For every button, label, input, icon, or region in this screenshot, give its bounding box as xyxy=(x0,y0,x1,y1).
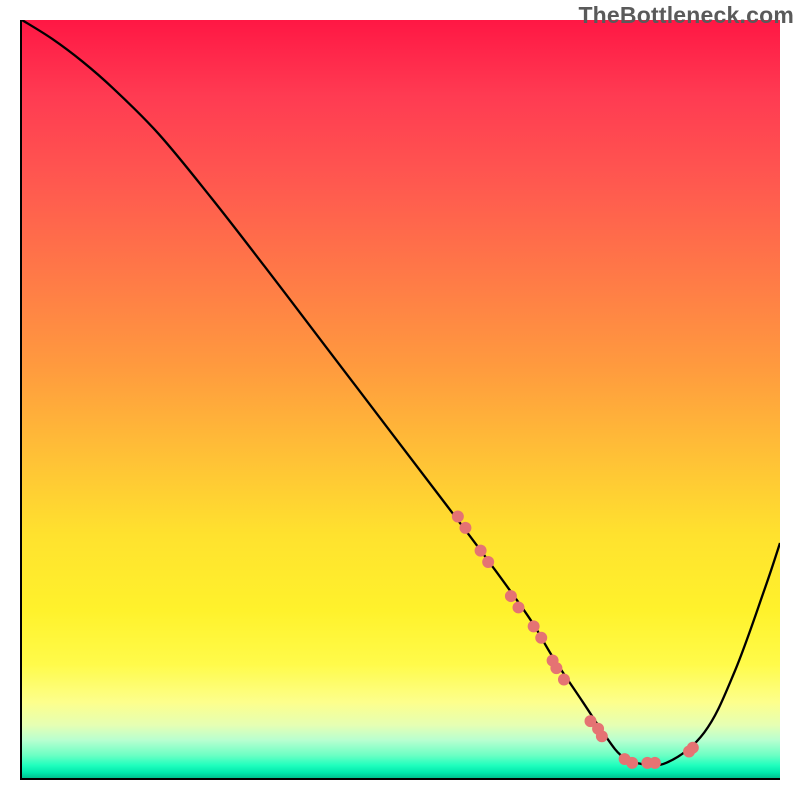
data-point xyxy=(687,742,699,754)
data-point xyxy=(475,545,487,557)
data-point xyxy=(626,757,638,769)
data-point xyxy=(459,522,471,534)
data-point xyxy=(528,620,540,632)
chart-svg xyxy=(22,20,780,778)
data-point xyxy=(482,556,494,568)
data-point xyxy=(452,511,464,523)
data-point xyxy=(596,730,608,742)
data-point xyxy=(550,662,562,674)
plot-area xyxy=(20,20,780,780)
data-point xyxy=(649,757,661,769)
watermark-text: TheBottleneck.com xyxy=(578,2,794,29)
data-point xyxy=(558,673,570,685)
curve-path xyxy=(22,20,780,766)
data-point xyxy=(513,601,525,613)
data-point xyxy=(535,632,547,644)
chart-container: TheBottleneck.com xyxy=(0,0,800,800)
data-points xyxy=(452,511,699,769)
data-point xyxy=(505,590,517,602)
